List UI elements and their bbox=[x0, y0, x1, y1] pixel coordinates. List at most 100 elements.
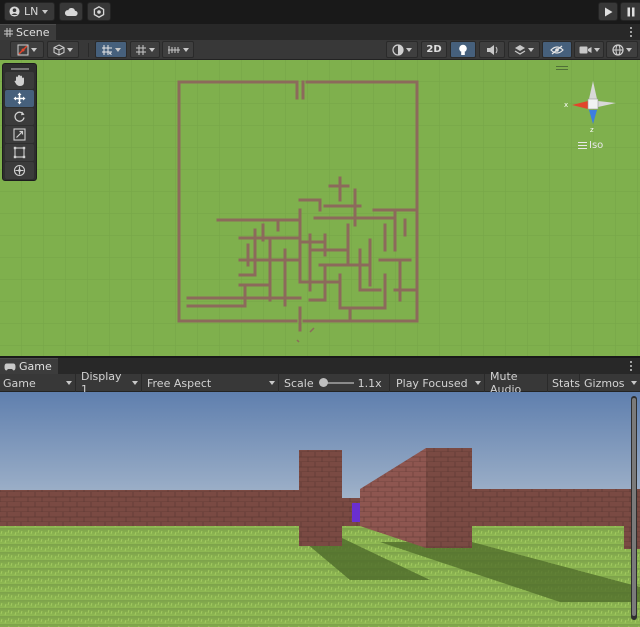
scene-menu-icon[interactable] bbox=[628, 26, 634, 38]
pause-button[interactable] bbox=[620, 2, 640, 21]
settings-hex-icon bbox=[93, 5, 105, 18]
game-tab-label: Game bbox=[19, 360, 52, 373]
global-local-button[interactable] bbox=[47, 41, 79, 58]
chevron-down-icon bbox=[593, 47, 600, 52]
mute-audio-toggle[interactable]: Mute Audio bbox=[487, 370, 548, 396]
tab-game[interactable]: Game bbox=[0, 358, 58, 374]
camera-settings-button[interactable] bbox=[574, 41, 604, 58]
layers-icon bbox=[514, 44, 526, 55]
game-viewport[interactable] bbox=[0, 392, 640, 627]
aspect-value: Free Aspect bbox=[147, 376, 212, 390]
draw-mode-button[interactable] bbox=[386, 41, 418, 58]
aspect-dropdown[interactable]: Free Aspect bbox=[144, 374, 279, 392]
palette-grip[interactable] bbox=[5, 65, 34, 72]
projection-toggle[interactable]: Iso bbox=[578, 140, 603, 151]
scene-tab-bar: Scene bbox=[0, 24, 640, 40]
stats-toggle[interactable]: Stats bbox=[549, 374, 580, 392]
increment-snap-button[interactable] bbox=[162, 41, 194, 58]
grid-visibility-button[interactable] bbox=[130, 41, 160, 58]
account-button[interactable]: LN bbox=[4, 2, 55, 21]
lighting-toggle-button[interactable] bbox=[450, 41, 476, 58]
chevron-down-icon bbox=[115, 47, 121, 52]
grid-hash-icon bbox=[4, 28, 13, 37]
hand-tool[interactable] bbox=[5, 72, 34, 89]
scale-value: 1.1x bbox=[357, 376, 382, 390]
chevron-down-icon bbox=[67, 47, 73, 52]
audio-icon bbox=[486, 44, 497, 55]
scale-label: Scale bbox=[284, 376, 314, 390]
tab-scene[interactable]: Scene bbox=[0, 24, 56, 40]
game-menu-icon[interactable] bbox=[628, 360, 634, 372]
scene-viewport[interactable]: x z Iso bbox=[0, 60, 640, 356]
z-axis-cone bbox=[589, 110, 597, 124]
shaded-sphere-icon bbox=[392, 43, 404, 56]
scale-slider-knob[interactable] bbox=[318, 378, 328, 387]
globe-icon bbox=[612, 43, 624, 56]
scale-control: Scale 1.1x bbox=[281, 374, 390, 392]
scene-tab-label: Scene bbox=[16, 26, 50, 39]
toolbar-divider bbox=[88, 43, 89, 57]
game-toolbar: Game Display 1 Free Aspect Scale 1.1x Pl… bbox=[0, 370, 640, 396]
scale-slider[interactable] bbox=[318, 378, 354, 387]
x-axis-cone bbox=[572, 101, 588, 109]
audio-toggle-button[interactable] bbox=[479, 41, 505, 58]
game-mode-value: Game bbox=[3, 376, 36, 390]
gizmos-toggle-button[interactable] bbox=[606, 41, 638, 58]
account-label: LN bbox=[24, 5, 39, 18]
chevron-down-icon bbox=[42, 9, 49, 14]
gizmo-x-label: x bbox=[564, 101, 568, 109]
projection-label: Iso bbox=[589, 140, 604, 151]
move-tool[interactable] bbox=[5, 90, 34, 107]
cloud-icon bbox=[64, 7, 78, 16]
stats-label: Stats bbox=[552, 376, 581, 390]
tool-palette bbox=[2, 63, 37, 181]
grid-icon bbox=[136, 44, 146, 55]
chevron-down-icon bbox=[31, 47, 37, 52]
rect-tool[interactable] bbox=[5, 144, 34, 161]
scale-icon bbox=[13, 128, 26, 141]
transform-tool[interactable] bbox=[5, 162, 34, 179]
cloud-button[interactable] bbox=[59, 2, 83, 21]
hidden-eye-icon bbox=[550, 45, 564, 54]
user-circle-icon bbox=[9, 6, 20, 17]
cube-icon bbox=[53, 43, 65, 56]
toggle-2d-button[interactable]: 2D bbox=[421, 41, 447, 58]
scale-tool[interactable] bbox=[5, 126, 34, 143]
chevron-down-icon bbox=[631, 381, 637, 385]
grid-snap-icon bbox=[102, 44, 112, 55]
grid-snap-button[interactable] bbox=[95, 41, 127, 58]
scene-visibility-button[interactable] bbox=[542, 41, 572, 58]
transform-icon bbox=[13, 164, 26, 177]
move-arrows-icon bbox=[13, 92, 26, 105]
orientation-gizmo[interactable]: x z bbox=[560, 78, 622, 140]
chevron-down-icon bbox=[406, 47, 412, 52]
gizmo-z-label: z bbox=[590, 126, 594, 134]
chevron-down-icon bbox=[183, 47, 189, 52]
lightbulb-icon bbox=[459, 44, 467, 55]
main-toolbar: LN bbox=[0, 0, 640, 24]
neg-x-axis-cone bbox=[598, 101, 616, 107]
display-dropdown[interactable]: Display 1 bbox=[78, 370, 142, 396]
scrollbar-thumb[interactable] bbox=[632, 398, 636, 616]
play-mode-dropdown[interactable]: Play Focused bbox=[393, 374, 485, 392]
ruler-icon bbox=[168, 45, 180, 54]
chevron-down-icon bbox=[132, 381, 138, 385]
game-mode-dropdown[interactable]: Game bbox=[0, 374, 76, 392]
gizmo-center-cube bbox=[587, 98, 599, 110]
chevron-down-icon bbox=[626, 47, 632, 52]
overlay-grip bbox=[556, 66, 568, 70]
play-button[interactable] bbox=[598, 2, 618, 21]
rotate-tool[interactable] bbox=[5, 108, 34, 125]
rect-transform-icon bbox=[13, 146, 26, 159]
gizmos-dropdown[interactable]: Gizmos bbox=[581, 374, 640, 392]
collab-button[interactable] bbox=[87, 2, 111, 21]
tool-handle-button[interactable] bbox=[10, 41, 44, 58]
chevron-down-icon bbox=[149, 47, 155, 52]
chevron-down-icon bbox=[475, 381, 481, 385]
game-view-scrollbar[interactable] bbox=[631, 396, 637, 620]
play-mode-value: Play Focused bbox=[396, 376, 468, 390]
maze-top-view bbox=[0, 60, 640, 356]
scene-toolbar: 2D bbox=[0, 40, 640, 60]
rotate-icon bbox=[14, 111, 25, 122]
effects-button[interactable] bbox=[508, 41, 540, 58]
